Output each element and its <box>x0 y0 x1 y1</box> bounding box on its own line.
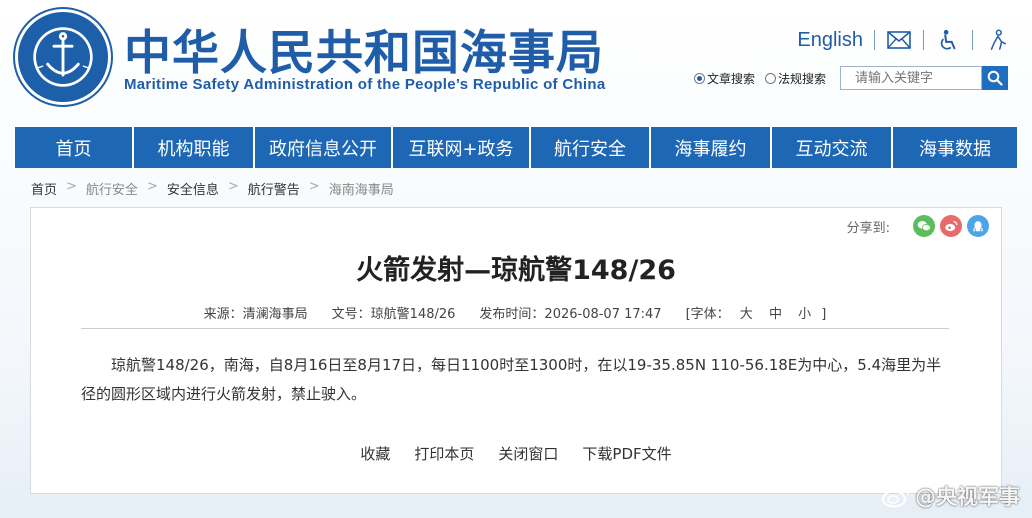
search-input[interactable] <box>840 66 983 90</box>
site-title-cn: 中华人民共和国海事局 <box>124 26 604 81</box>
nav-item-home[interactable]: 首页 <box>15 127 134 168</box>
font-size-control: [字体： 大 中 小 ] <box>686 303 827 322</box>
weibo-watermark-icon <box>882 486 909 508</box>
search-button[interactable] <box>982 66 1009 90</box>
breadcrumb-separator: > <box>146 179 158 194</box>
breadcrumb-nav-warning[interactable]: 航行警告 <box>248 179 300 198</box>
nav-item-compliance[interactable]: 海事履约 <box>651 127 772 168</box>
msa-logo[interactable] <box>15 9 111 105</box>
font-size-close: ] <box>821 307 827 322</box>
nav-item-interaction[interactable]: 互动交流 <box>772 127 893 168</box>
qq-share-icon[interactable] <box>967 215 989 237</box>
radio-label: 法规搜索 <box>778 71 827 86</box>
font-size-large[interactable]: 大 <box>740 307 753 322</box>
article-title: 火箭发射—琼航警148/26 <box>356 255 676 286</box>
divider <box>923 30 924 50</box>
nav-item-navigation-safety[interactable]: 航行安全 <box>531 127 651 168</box>
breadcrumb-home[interactable]: 首页 <box>31 179 57 198</box>
anchor-emblem-icon <box>21 15 105 99</box>
font-size-medium[interactable]: 中 <box>769 307 782 322</box>
radio-law-search[interactable]: 法规搜索 <box>765 70 826 87</box>
watermark-text: @央视军事 <box>915 485 1020 509</box>
wechat-share-icon[interactable] <box>913 215 935 237</box>
favorite-button[interactable]: 收藏 <box>360 443 390 464</box>
font-size-small[interactable]: 小 <box>798 307 811 322</box>
nav-item-internet-gov[interactable]: 互联网+政务 <box>393 127 531 168</box>
breadcrumb-navigation-safety[interactable]: 航行安全 <box>86 179 138 198</box>
article-meta: 来源：清澜海事局 文号：琼航警148/26 发布时间：2026-08-07 17… <box>81 303 949 329</box>
print-button[interactable]: 打印本页 <box>414 443 474 464</box>
font-size-label: [字体： <box>685 307 730 322</box>
watermark: @央视军事 <box>881 481 1020 511</box>
nav-item-gov-info[interactable]: 政府信息公开 <box>255 127 393 168</box>
radio-dot <box>694 72 705 84</box>
breadcrumb-separator: > <box>66 179 77 194</box>
radio-article-search[interactable]: 文章搜索 <box>694 70 755 87</box>
site-title-en: Maritime Safety Administration of the Pe… <box>124 76 606 93</box>
radio-label: 文章搜索 <box>707 71 756 86</box>
article-publish-time: 发布时间：2026-08-07 17:47 <box>479 307 662 322</box>
share-bar: 分享到: <box>847 215 989 237</box>
share-label: 分享到: <box>846 220 890 236</box>
breadcrumb-separator: > <box>308 179 320 194</box>
divider <box>874 30 875 50</box>
breadcrumb: 首页 > 航行安全 > 安全信息 > 航行警告 > 海南海事局 <box>31 179 394 198</box>
article-doc-number: 文号：琼航警148/26 <box>331 307 456 322</box>
divider <box>972 30 973 50</box>
article-source: 来源：清澜海事局 <box>203 307 308 322</box>
breadcrumb-hainan-msa[interactable]: 海南海事局 <box>329 179 394 198</box>
article-body: 琼航警148/26，南海，自8月16日至8月17日，每日1100时至1300时，… <box>81 356 942 403</box>
search-row: 文章搜索 法规搜索 <box>694 66 1009 90</box>
weibo-share-icon[interactable] <box>940 215 962 237</box>
nav-item-data[interactable]: 海事数据 <box>893 127 1017 168</box>
site-header: 中华人民共和国海事局 Maritime Safety Administratio… <box>0 0 1032 127</box>
nav-item-functions[interactable]: 机构职能 <box>134 127 255 168</box>
elder-care-icon[interactable] <box>984 28 1010 52</box>
search-icon <box>987 70 1003 86</box>
accessibility-icon[interactable] <box>935 28 961 52</box>
close-window-button[interactable]: 关闭窗口 <box>498 443 558 464</box>
breadcrumb-safety-info[interactable]: 安全信息 <box>167 179 219 198</box>
mail-icon[interactable] <box>886 28 912 52</box>
download-pdf-button[interactable]: 下载PDF文件 <box>582 443 671 464</box>
article-actions: 收藏 打印本页 关闭窗口 下载PDF文件 <box>31 443 1001 464</box>
article-panel: 分享到: 火箭发射—琼航警148/26 来源：清澜海事局 文号：琼航警148/2… <box>30 207 1002 494</box>
main-nav: 首页 机构职能 政府信息公开 互联网+政务 航行安全 海事履约 互动交流 海事数… <box>15 127 1017 168</box>
english-link[interactable]: English <box>797 29 863 52</box>
breadcrumb-separator: > <box>227 179 239 194</box>
radio-dot <box>765 72 777 84</box>
top-tools: English <box>797 28 1010 52</box>
